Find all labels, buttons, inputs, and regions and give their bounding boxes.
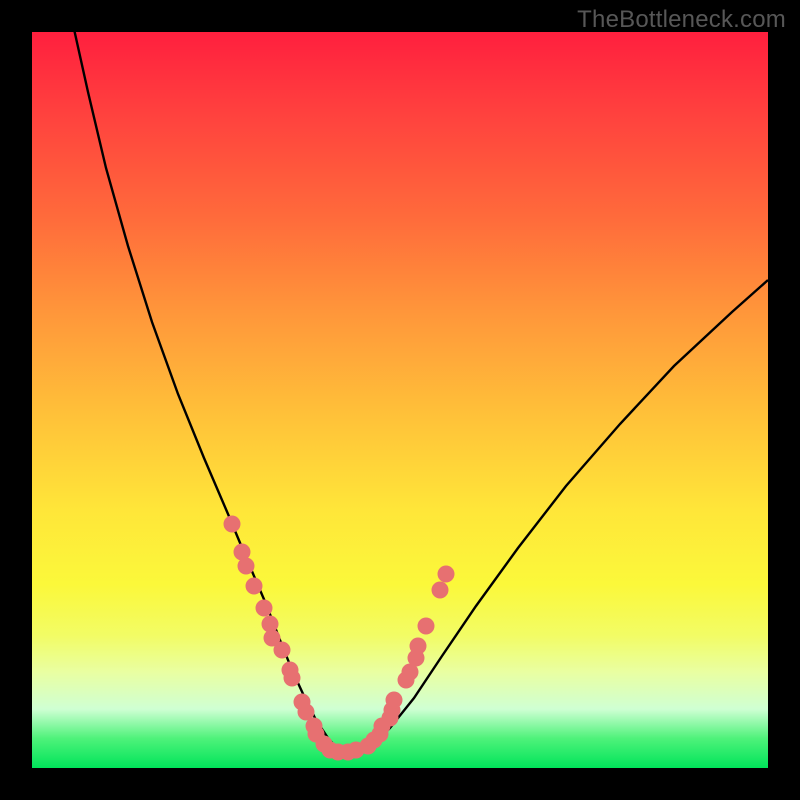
- watermark-label: TheBottleneck.com: [577, 6, 786, 34]
- data-dot: [438, 566, 455, 583]
- plot-area: [32, 32, 768, 768]
- data-dot: [246, 578, 263, 595]
- data-dot: [256, 600, 273, 617]
- data-dot: [418, 618, 435, 635]
- curve-layer: [32, 32, 768, 768]
- chart-frame: TheBottleneck.com: [0, 0, 800, 800]
- data-dot: [410, 638, 427, 655]
- data-dot: [274, 642, 291, 659]
- data-dots: [224, 516, 455, 761]
- data-dot: [238, 558, 255, 575]
- data-dot: [224, 516, 241, 533]
- data-dot: [386, 692, 403, 709]
- data-dot: [432, 582, 449, 599]
- data-dot: [284, 670, 301, 687]
